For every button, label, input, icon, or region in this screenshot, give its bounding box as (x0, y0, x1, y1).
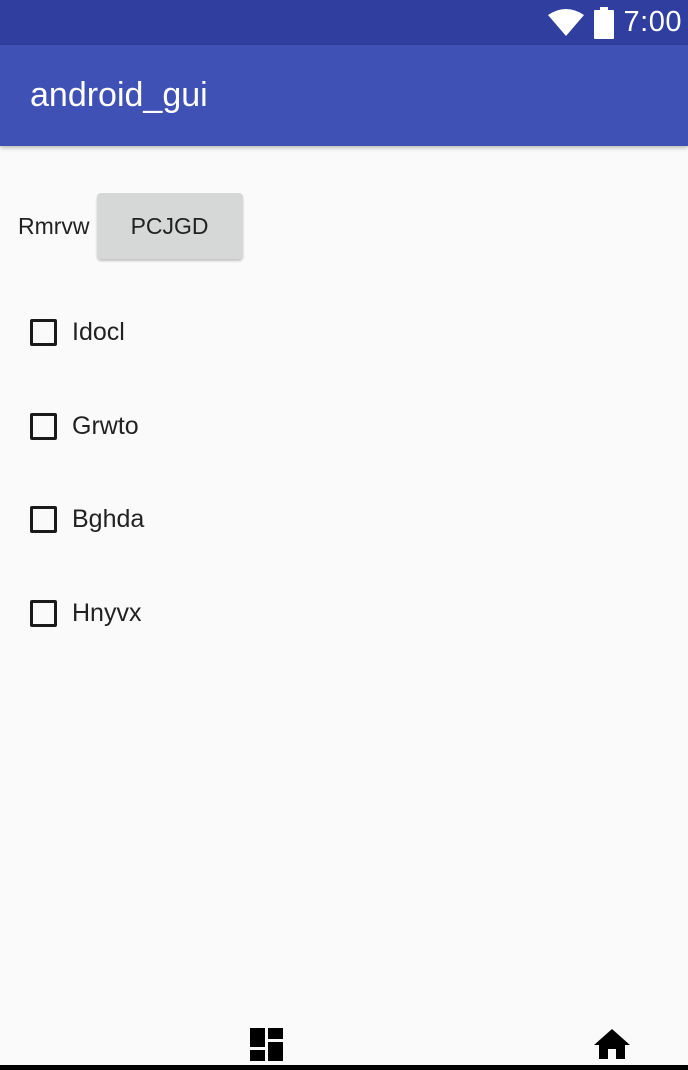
text-label: Rmrvw (18, 212, 90, 239)
checkbox-label[interactable]: Bghda (72, 505, 144, 534)
battery-icon (593, 6, 614, 39)
label-button-row: Rmrvw PCJGD (18, 192, 243, 260)
checkbox-bghda[interactable]: Bghda (30, 501, 144, 537)
status-time: 7:00 (623, 6, 682, 38)
checkbox-hnyvx[interactable]: Hnyvx (30, 595, 141, 631)
app-bar: android_gui (0, 45, 688, 146)
wifi-icon (547, 8, 584, 37)
bottom-nav (0, 1020, 688, 1070)
checkbox-box[interactable] (30, 599, 57, 627)
checkbox-label[interactable]: Idocl (72, 318, 125, 347)
checkbox-box[interactable] (30, 412, 57, 440)
pcjgd-button[interactable]: PCJGD (96, 193, 243, 259)
status-bar: 7:00 (0, 0, 688, 45)
checkbox-grwto[interactable]: Grwto (30, 408, 139, 444)
checkbox-box[interactable] (30, 318, 57, 346)
navigation-bar-line (0, 1065, 688, 1070)
checkbox-label[interactable]: Hnyvx (72, 599, 141, 628)
home-icon[interactable] (594, 1029, 630, 1064)
screen: 7:00 android_gui Rmrvw PCJGD Idocl Grwto… (0, 0, 688, 1070)
checkbox-idocl[interactable]: Idocl (30, 314, 125, 350)
status-icons: 7:00 (547, 0, 682, 45)
app-title: android_gui (30, 76, 208, 114)
dashboard-icon[interactable] (250, 1028, 283, 1066)
checkbox-box[interactable] (30, 505, 57, 533)
checkbox-label[interactable]: Grwto (72, 412, 139, 441)
